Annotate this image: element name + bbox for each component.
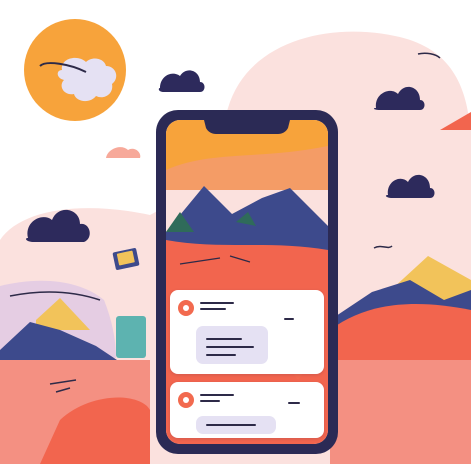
meta-scribble [284, 318, 294, 320]
foreground-right [330, 360, 471, 464]
line-scribble [206, 354, 236, 356]
line-scribble [206, 424, 256, 426]
meta-scribble [288, 402, 300, 404]
teal-building [116, 316, 146, 358]
pink-cloud [106, 147, 141, 158]
location-card-2[interactable] [170, 382, 324, 438]
line-scribble [206, 346, 254, 348]
location-pin-icon [178, 392, 194, 408]
location-pin-icon [178, 300, 194, 316]
subtitle-scribble [200, 308, 226, 310]
message-bubble [196, 416, 276, 434]
title-scribble [200, 302, 234, 304]
location-card-1[interactable] [170, 290, 324, 374]
cloud-icon [158, 70, 205, 92]
message-bubble [196, 326, 268, 364]
title-scribble [200, 394, 234, 396]
phone-notch [204, 120, 290, 134]
subtitle-scribble [200, 400, 220, 402]
line-scribble [206, 338, 242, 340]
